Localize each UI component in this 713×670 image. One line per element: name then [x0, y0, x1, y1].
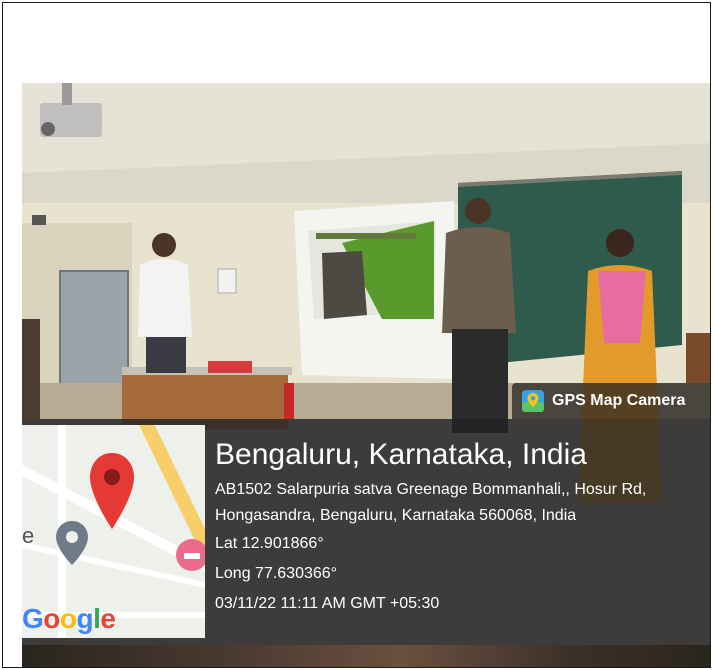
- latitude-text: Lat 12.901866°: [215, 535, 324, 552]
- gps-map-camera-app-icon: [522, 390, 544, 412]
- slide-photo: [322, 251, 367, 319]
- red-tray: [208, 361, 252, 373]
- person-1-trousers: [146, 337, 186, 373]
- person-1-shirt: [138, 259, 192, 337]
- google-logo: Google: [22, 603, 116, 634]
- switch-board: [217, 268, 237, 294]
- timestamp-text: 03/11/22 11:11 AM GMT +05:30: [215, 595, 440, 612]
- person-3-blouse: [598, 271, 646, 343]
- photo-frame: GPS Map Camera e Google Bengaluru, Karna…: [2, 2, 711, 668]
- projector-lens: [41, 122, 55, 136]
- audience-left: [22, 319, 40, 419]
- app-name-label: GPS Map Camera: [552, 392, 686, 409]
- person-1-head: [152, 233, 176, 257]
- photo-bottom-edge: [22, 645, 710, 667]
- person-2-head: [465, 198, 491, 224]
- location-overlay: e Google Bengaluru, Karnataka, India AB1…: [22, 419, 710, 645]
- slide-title-bar: [316, 233, 416, 239]
- map-edge-label: e: [22, 523, 35, 548]
- classroom-photo: GPS Map Camera e Google Bengaluru, Karna…: [22, 83, 710, 667]
- person-2-jacket: [442, 227, 516, 333]
- street-address: AB1502 Salarpuria satva Greenage Bommanh…: [215, 481, 647, 524]
- city-title: Bengaluru, Karnataka, India: [215, 438, 587, 471]
- longitude-text: Long 77.630366°: [215, 565, 338, 582]
- cctv-camera: [32, 215, 46, 225]
- fire-extinguisher: [284, 383, 294, 419]
- gps-map-camera-badge: GPS Map Camera: [512, 383, 710, 419]
- map-thumbnail: e Google: [22, 425, 205, 638]
- person-2-trousers: [452, 329, 508, 433]
- projector-mount: [62, 83, 72, 105]
- location-info: Bengaluru, Karnataka, India AB1502 Salar…: [215, 437, 695, 619]
- bed-icon: [184, 553, 200, 559]
- person-3-head: [606, 229, 634, 257]
